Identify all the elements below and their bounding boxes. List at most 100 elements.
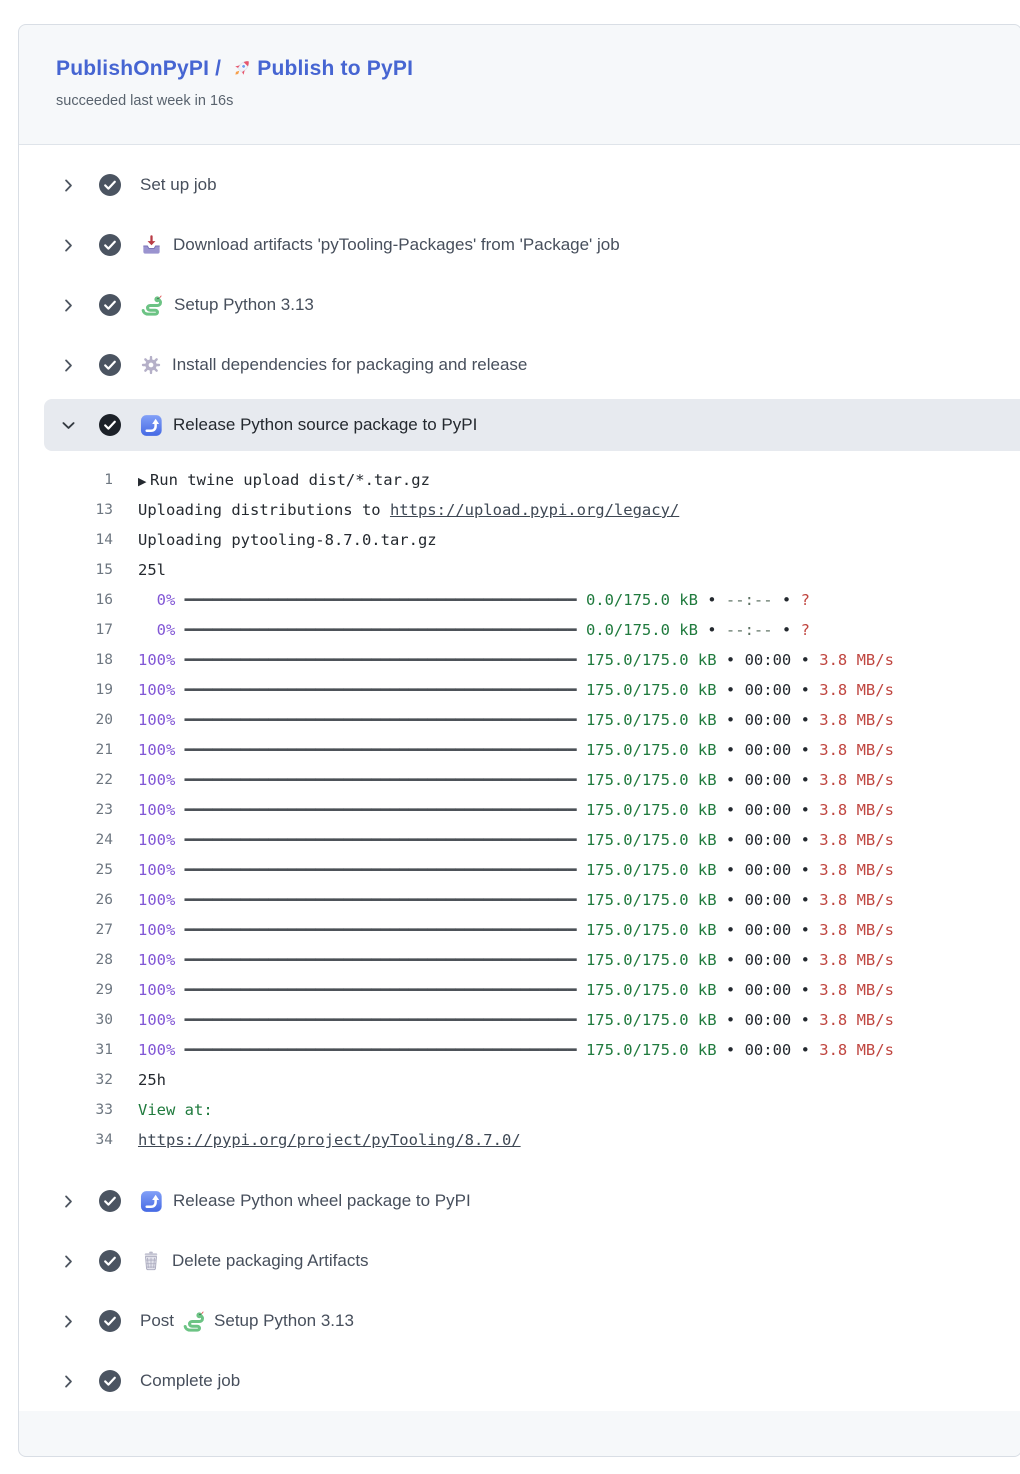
separator-dot: •	[717, 711, 745, 729]
transfer-time: --:--	[726, 621, 773, 639]
progress-bar: ━━━━━━━━━━━━━━━━━━━━━━━━━━━━━━━━━━━━━━━━…	[175, 651, 586, 669]
line-number[interactable]: 25	[19, 855, 113, 885]
transfer-time: 00:00	[745, 981, 792, 999]
step-label: Setup Python 3.13	[174, 295, 314, 315]
chevron-right-icon[interactable]	[60, 1313, 77, 1330]
step-row-setup-python-3-13[interactable]: Setup Python 3.13	[19, 275, 1020, 335]
line-number[interactable]: 22	[19, 765, 113, 795]
line-number[interactable]: 23	[19, 795, 113, 825]
log-text: 100% ━━━━━━━━━━━━━━━━━━━━━━━━━━━━━━━━━━━…	[138, 765, 894, 795]
progress-bar: ━━━━━━━━━━━━━━━━━━━━━━━━━━━━━━━━━━━━━━━━…	[175, 891, 586, 909]
step-row-set-up-job[interactable]: Set up job	[19, 155, 1020, 215]
log-text: 100% ━━━━━━━━━━━━━━━━━━━━━━━━━━━━━━━━━━━…	[138, 645, 894, 675]
chevron-right-icon[interactable]	[60, 297, 77, 314]
log-text: 100% ━━━━━━━━━━━━━━━━━━━━━━━━━━━━━━━━━━━…	[138, 1035, 894, 1065]
chevron-right-icon[interactable]	[60, 1253, 77, 1270]
chevron-right-icon[interactable]	[60, 1193, 77, 1210]
line-number[interactable]: 24	[19, 825, 113, 855]
progress-percent: 100%	[138, 831, 175, 849]
line-number[interactable]: 28	[19, 945, 113, 975]
inbox-tray-icon	[140, 234, 163, 257]
line-number[interactable]: 27	[19, 915, 113, 945]
progress-percent: 100%	[138, 891, 175, 909]
line-number[interactable]: 16	[19, 585, 113, 615]
step-log: 1 ▶ Run twine upload dist/*.tar.gz 13Uploa…	[19, 451, 1020, 1171]
transfer-speed: 3.8 MB/s	[819, 921, 894, 939]
chevron-right-icon[interactable]	[60, 357, 77, 374]
step-row-release-python-wheel-package-to-pypi[interactable]: Release Python wheel package to PyPI	[19, 1171, 1020, 1231]
log-line: 13Uploading distributions to https://upl…	[19, 495, 1020, 525]
line-number[interactable]: 1	[19, 465, 113, 495]
check-circle-icon	[98, 293, 122, 317]
command-text: Run twine upload dist/*.tar.gz	[150, 471, 430, 489]
separator-dot: •	[791, 861, 819, 879]
log-text: 0% ━━━━━━━━━━━━━━━━━━━━━━━━━━━━━━━━━━━━━…	[138, 585, 810, 615]
transfer-time: 00:00	[745, 921, 792, 939]
chevron-right-icon[interactable]	[60, 177, 77, 194]
progress-bar: ━━━━━━━━━━━━━━━━━━━━━━━━━━━━━━━━━━━━━━━━…	[175, 921, 586, 939]
line-number[interactable]: 34	[19, 1125, 113, 1155]
log-line: 29100% ━━━━━━━━━━━━━━━━━━━━━━━━━━━━━━━━━…	[19, 975, 1020, 1005]
line-number[interactable]: 15	[19, 555, 113, 585]
transfer-size: 175.0/175.0 kB	[586, 861, 717, 879]
chevron-right-icon[interactable]	[60, 237, 77, 254]
job-header: PublishOnPyPI / Publish to PyPI succeede…	[19, 25, 1020, 145]
transfer-size: 0.0/175.0 kB	[586, 591, 698, 609]
line-number[interactable]: 17	[19, 615, 113, 645]
line-number[interactable]: 14	[19, 525, 113, 555]
check-circle-icon	[98, 233, 122, 257]
transfer-time: 00:00	[745, 951, 792, 969]
step-row-install-dependencies-for-packaging-and-release[interactable]: Install dependencies for packaging and r…	[19, 335, 1020, 395]
log-text: 100% ━━━━━━━━━━━━━━━━━━━━━━━━━━━━━━━━━━━…	[138, 675, 894, 705]
line-number[interactable]: 26	[19, 885, 113, 915]
line-number[interactable]: 33	[19, 1095, 113, 1125]
line-number[interactable]: 13	[19, 495, 113, 525]
chevron-down-icon[interactable]	[60, 417, 77, 434]
transfer-time: 00:00	[745, 1041, 792, 1059]
step-row-complete-job[interactable]: Complete job	[19, 1351, 1020, 1411]
line-number[interactable]: 21	[19, 735, 113, 765]
transfer-speed: ?	[801, 591, 810, 609]
progress-percent: 100%	[138, 771, 175, 789]
step-row-download-artifacts-pytooling-packages-from-package-job[interactable]: Download artifacts 'pyTooling-Packages' …	[19, 215, 1020, 275]
line-number[interactable]: 30	[19, 1005, 113, 1035]
transfer-size: 175.0/175.0 kB	[586, 891, 717, 909]
separator-dot: •	[717, 861, 745, 879]
log-text: 0% ━━━━━━━━━━━━━━━━━━━━━━━━━━━━━━━━━━━━━…	[138, 615, 810, 645]
line-number[interactable]: 32	[19, 1065, 113, 1095]
line-number[interactable]: 20	[19, 705, 113, 735]
steps-list: Set up jobDownload artifacts 'pyTooling-…	[19, 145, 1020, 1411]
line-number[interactable]: 31	[19, 1035, 113, 1065]
transfer-time: 00:00	[745, 741, 792, 759]
step-row-setup-python-3-13[interactable]: PostSetup Python 3.13	[19, 1291, 1020, 1351]
log-text-segment: 25l	[138, 561, 166, 579]
log-text: 100% ━━━━━━━━━━━━━━━━━━━━━━━━━━━━━━━━━━━…	[138, 705, 894, 735]
log-text: 100% ━━━━━━━━━━━━━━━━━━━━━━━━━━━━━━━━━━━…	[138, 825, 894, 855]
log-link[interactable]: https://pypi.org/project/pyTooling/8.7.0…	[138, 1131, 521, 1149]
check-circle-icon	[98, 1189, 122, 1213]
transfer-time: 00:00	[745, 711, 792, 729]
separator-dot: •	[791, 741, 819, 759]
step-row-delete-packaging-artifacts[interactable]: Delete packaging Artifacts	[19, 1231, 1020, 1291]
chevron-right-icon[interactable]	[60, 1373, 77, 1390]
line-number[interactable]: 29	[19, 975, 113, 1005]
step-row-release-python-source-package-to-pypi[interactable]: Release Python source package to PyPI	[44, 399, 1020, 451]
separator-dot: •	[717, 921, 745, 939]
step-label: Install dependencies for packaging and r…	[172, 355, 527, 375]
log-link[interactable]: https://upload.pypi.org/legacy/	[390, 501, 679, 519]
transfer-size: 175.0/175.0 kB	[586, 981, 717, 999]
log-line: 17 0% ━━━━━━━━━━━━━━━━━━━━━━━━━━━━━━━━━━…	[19, 615, 1020, 645]
step-label: Release Python wheel package to PyPI	[173, 1191, 471, 1211]
log-line: 23100% ━━━━━━━━━━━━━━━━━━━━━━━━━━━━━━━━━…	[19, 795, 1020, 825]
line-number[interactable]: 18	[19, 645, 113, 675]
separator-dot: •	[791, 1041, 819, 1059]
expand-group-icon[interactable]: ▶	[138, 475, 150, 488]
progress-bar: ━━━━━━━━━━━━━━━━━━━━━━━━━━━━━━━━━━━━━━━━…	[175, 711, 586, 729]
transfer-size: 175.0/175.0 kB	[586, 711, 717, 729]
transfer-speed: 3.8 MB/s	[819, 831, 894, 849]
progress-bar: ━━━━━━━━━━━━━━━━━━━━━━━━━━━━━━━━━━━━━━━━…	[175, 741, 586, 759]
separator-dot: •	[717, 891, 745, 909]
check-circle-icon	[98, 1369, 122, 1393]
line-number[interactable]: 19	[19, 675, 113, 705]
snake-icon	[182, 1309, 206, 1333]
